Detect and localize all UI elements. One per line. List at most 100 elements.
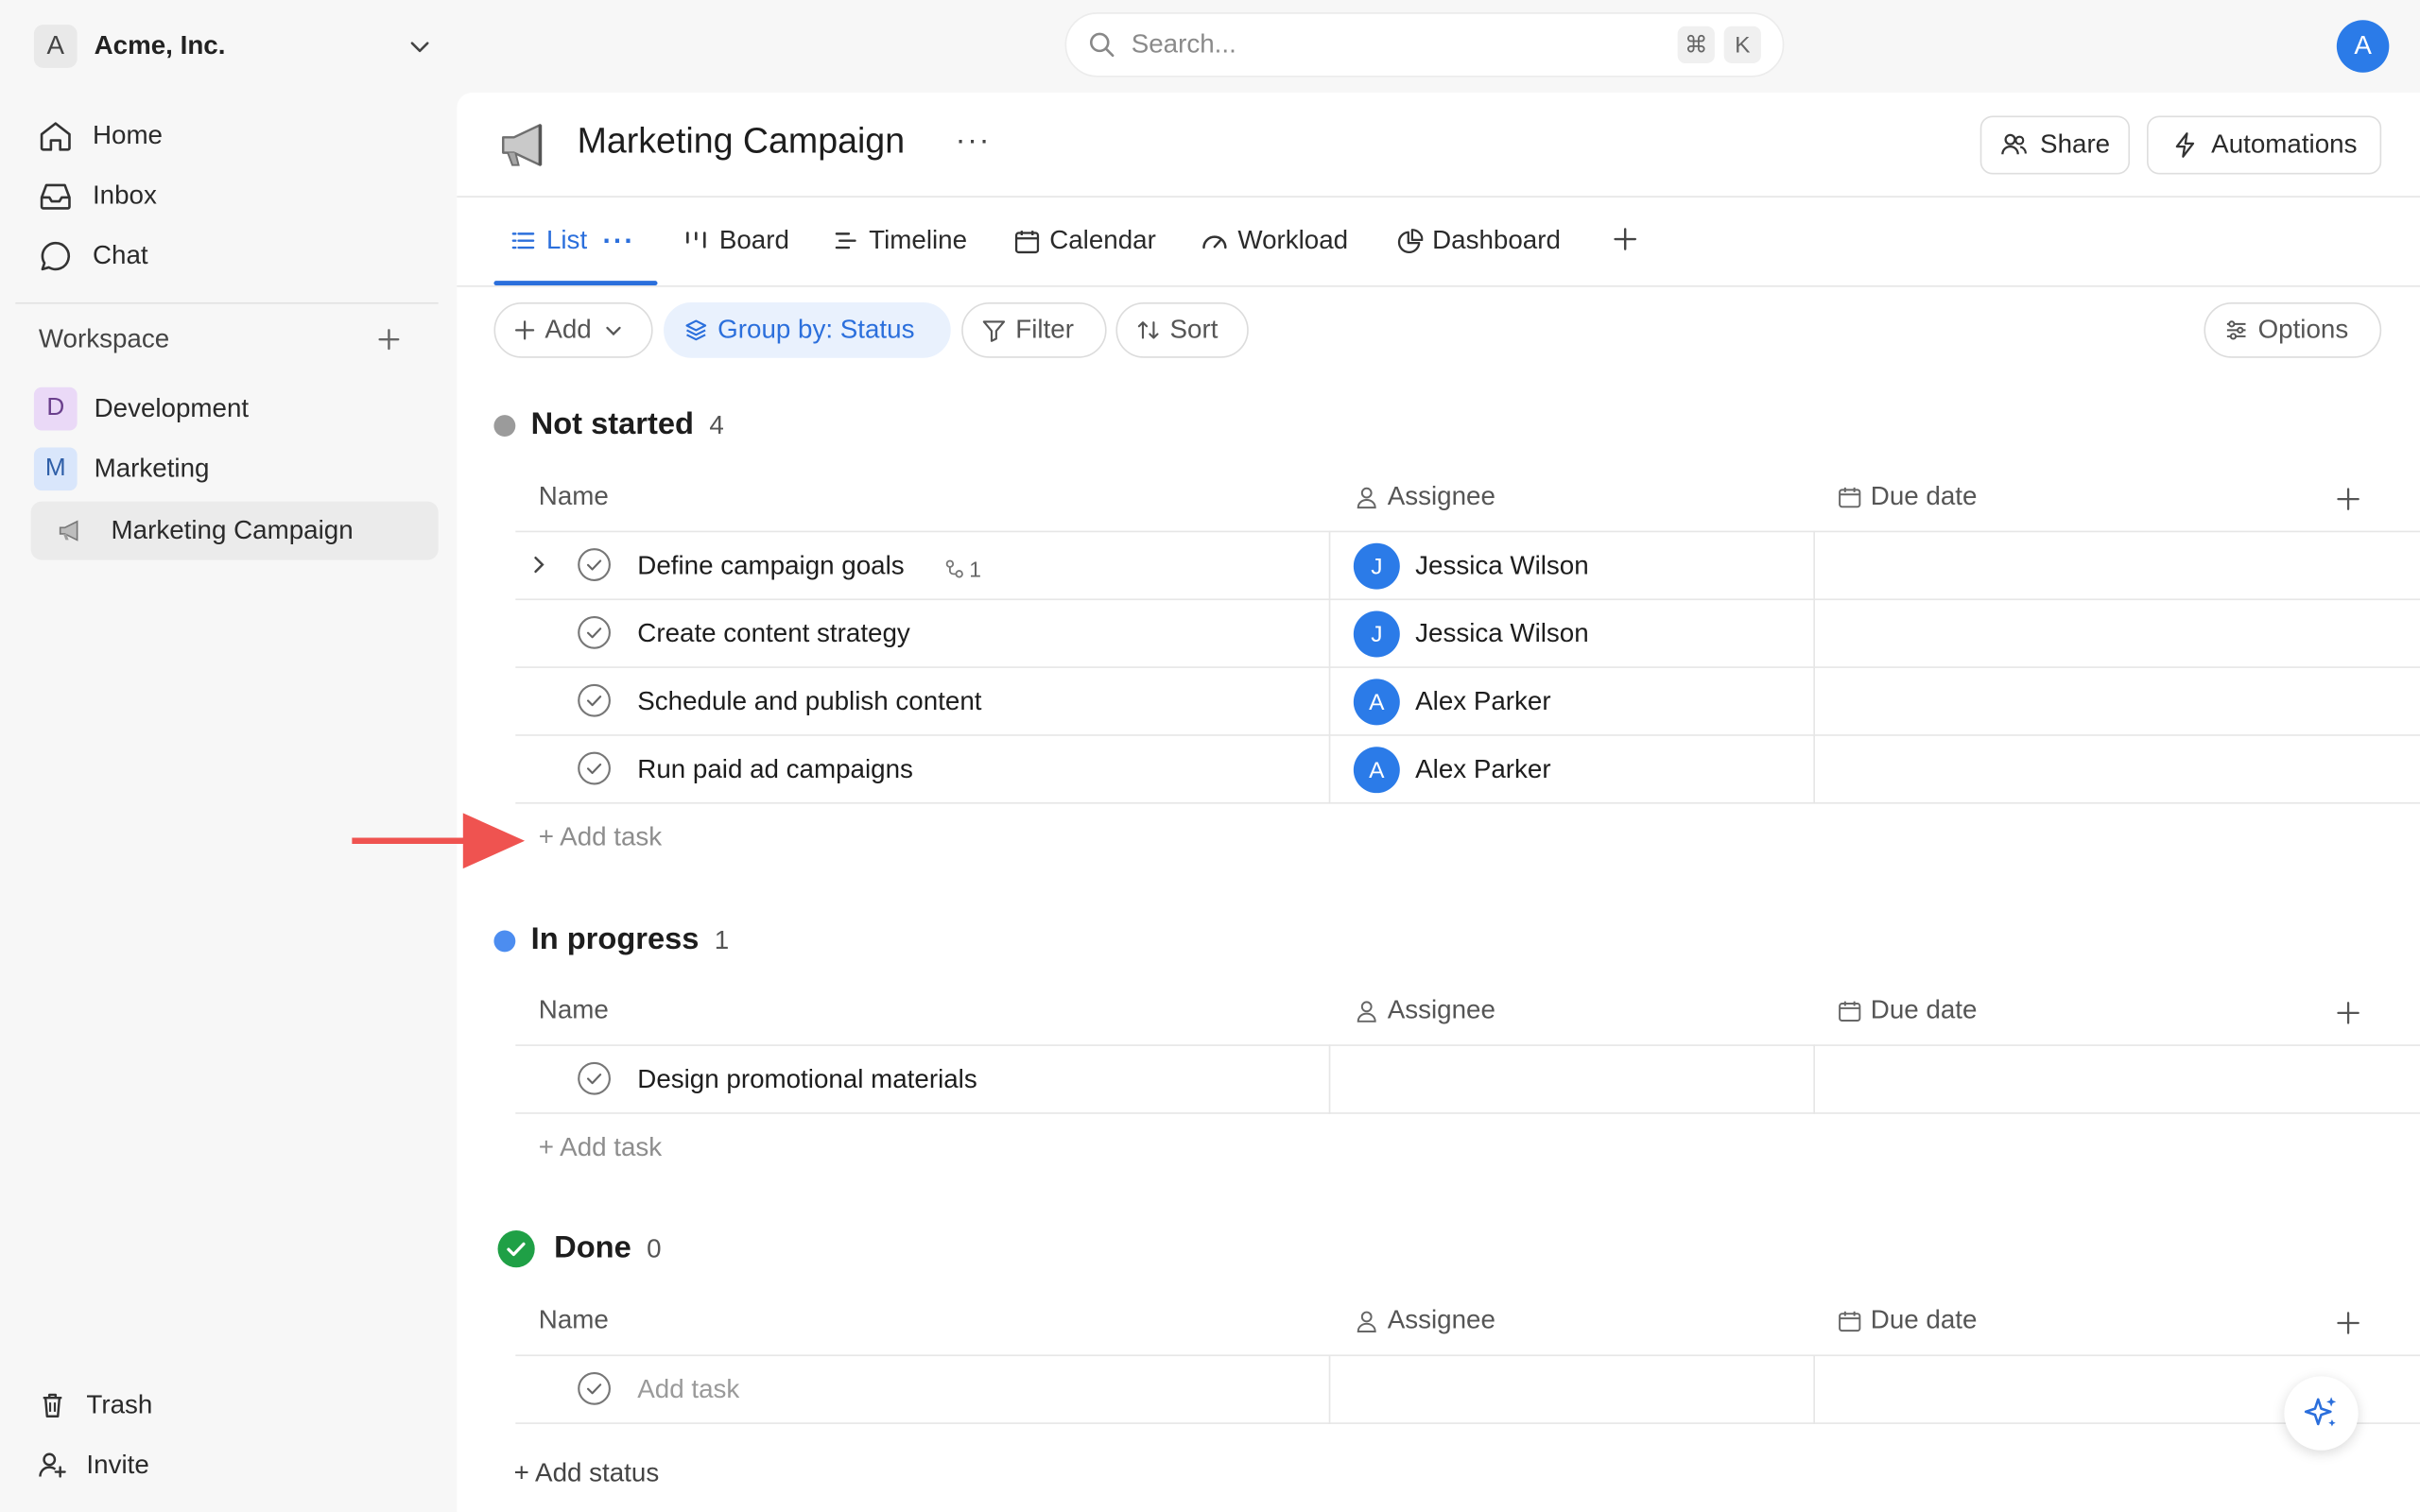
sidebar-item-home[interactable]: Home bbox=[37, 112, 163, 161]
add-task-button[interactable]: + Add task bbox=[539, 822, 662, 853]
sidebar-item-trash[interactable]: Trash bbox=[37, 1381, 152, 1430]
column-header-assignee[interactable]: Assignee bbox=[1355, 1305, 1495, 1336]
add-space-icon[interactable] bbox=[376, 327, 401, 352]
sidebar-item-invite[interactable]: Invite bbox=[37, 1441, 149, 1490]
column-due-label: Due date bbox=[1870, 995, 1978, 1025]
task-check-icon[interactable] bbox=[578, 683, 612, 717]
group-by-button[interactable]: Group by: Status bbox=[664, 301, 951, 358]
assignee-cell[interactable]: J Jessica Wilson bbox=[1353, 542, 1589, 590]
add-view-icon[interactable] bbox=[1613, 227, 1637, 251]
column-header-due-date[interactable]: Due date bbox=[1838, 481, 1977, 512]
column-assignee-label: Assignee bbox=[1387, 995, 1495, 1025]
add-column-icon[interactable] bbox=[2337, 1002, 2360, 1024]
tab-label: Dashboard bbox=[1432, 225, 1561, 255]
group-header-in-progress[interactable]: In progress 1 bbox=[493, 922, 729, 958]
tab-list[interactable]: List ··· bbox=[510, 220, 634, 260]
add-task-input[interactable]: Add task bbox=[637, 1375, 739, 1406]
column-header-name[interactable]: Name bbox=[539, 481, 609, 512]
column-header-name[interactable]: Name bbox=[539, 1305, 609, 1336]
assignee-cell[interactable]: A Alex Parker bbox=[1353, 679, 1551, 726]
add-column-icon[interactable] bbox=[2337, 488, 2360, 510]
row-divider bbox=[515, 734, 2420, 736]
inbox-icon bbox=[37, 178, 74, 215]
column-name-label: Name bbox=[538, 995, 609, 1025]
column-assignee-label: Assignee bbox=[1387, 1305, 1495, 1335]
group-title: Done bbox=[554, 1230, 631, 1265]
column-header-due-date[interactable]: Due date bbox=[1838, 995, 1977, 1026]
tab-dashboard[interactable]: Dashboard bbox=[1397, 220, 1561, 260]
task-name[interactable]: Run paid ad campaigns bbox=[637, 754, 913, 785]
task-check-icon[interactable] bbox=[578, 615, 612, 649]
subtask-count-label: 1 bbox=[969, 557, 982, 582]
share-button[interactable]: Share bbox=[1979, 115, 2131, 175]
row-divider bbox=[515, 1354, 2420, 1357]
sidebar-divider bbox=[15, 301, 439, 304]
options-button[interactable]: Options bbox=[2204, 301, 2382, 358]
task-name[interactable]: Design promotional materials bbox=[637, 1065, 977, 1096]
gauge-icon bbox=[1201, 227, 1228, 254]
tab-more-button[interactable]: ··· bbox=[602, 225, 634, 257]
sliders-icon bbox=[2224, 318, 2249, 342]
workspace-section-label: Workspace bbox=[38, 323, 170, 353]
column-header-assignee[interactable]: Assignee bbox=[1355, 481, 1495, 512]
sparkles-icon bbox=[2301, 1393, 2341, 1433]
user-avatar[interactable]: A bbox=[2336, 20, 2390, 73]
tab-timeline[interactable]: Timeline bbox=[834, 220, 967, 260]
task-check-icon[interactable] bbox=[578, 751, 612, 785]
group-header-not-started[interactable]: Not started 4 bbox=[493, 407, 724, 443]
task-name[interactable]: Create content strategy bbox=[637, 619, 910, 650]
subtask-count[interactable]: 1 bbox=[944, 557, 982, 582]
add-status-button[interactable]: + Add status bbox=[514, 1458, 660, 1489]
row-divider bbox=[515, 801, 2420, 804]
task-check-icon[interactable] bbox=[578, 1061, 612, 1095]
task-name[interactable]: Define campaign goals bbox=[637, 551, 904, 582]
task-name[interactable]: Schedule and publish content bbox=[637, 687, 981, 718]
automations-button[interactable]: Automations bbox=[2147, 115, 2382, 175]
ai-assistant-button[interactable] bbox=[2284, 1376, 2359, 1451]
assignee-cell[interactable]: J Jessica Wilson bbox=[1353, 610, 1589, 658]
search-bar[interactable]: Search... ⌘ K bbox=[1064, 12, 1785, 77]
column-name-label: Name bbox=[538, 1305, 609, 1335]
space-marketing[interactable]: M Marketing bbox=[33, 446, 209, 492]
space-badge: D bbox=[33, 387, 78, 431]
row-divider bbox=[515, 530, 2420, 533]
project-more-button[interactable]: ··· bbox=[956, 124, 992, 160]
column-header-name[interactable]: Name bbox=[539, 995, 609, 1026]
add-task-button[interactable]: + Add task bbox=[539, 1132, 662, 1163]
workspace-switcher[interactable]: A Acme, Inc. bbox=[33, 22, 432, 71]
column-divider bbox=[1328, 530, 1331, 804]
tab-workload[interactable]: Workload bbox=[1201, 220, 1348, 260]
add-button[interactable]: Add bbox=[493, 301, 653, 358]
task-check-icon[interactable] bbox=[578, 1371, 612, 1405]
group-header-done[interactable]: Done 0 bbox=[497, 1229, 662, 1268]
sidebar-item-inbox[interactable]: Inbox bbox=[37, 171, 157, 220]
column-header-due-date[interactable]: Due date bbox=[1838, 1305, 1977, 1336]
layers-icon bbox=[683, 318, 708, 342]
space-development[interactable]: D Development bbox=[33, 386, 250, 432]
add-label: Add bbox=[544, 315, 592, 345]
add-column-icon[interactable] bbox=[2337, 1312, 2360, 1334]
active-project-label: Marketing Campaign bbox=[111, 515, 354, 545]
assignee-cell[interactable]: A Alex Parker bbox=[1353, 747, 1551, 794]
shortcut-k-key: K bbox=[1723, 26, 1761, 63]
options-label: Options bbox=[2257, 315, 2349, 345]
tab-label: Timeline bbox=[869, 225, 968, 255]
column-header-assignee[interactable]: Assignee bbox=[1355, 995, 1495, 1026]
sidebar-item-chat[interactable]: Chat bbox=[37, 232, 148, 281]
sort-button[interactable]: Sort bbox=[1115, 301, 1249, 358]
expand-chevron-icon[interactable] bbox=[527, 554, 549, 576]
column-due-label: Due date bbox=[1870, 1305, 1978, 1335]
filter-label: Filter bbox=[1015, 315, 1074, 345]
status-dot bbox=[493, 929, 516, 952]
task-check-icon[interactable] bbox=[578, 548, 612, 582]
tab-calendar[interactable]: Calendar bbox=[1014, 220, 1156, 260]
column-name-label: Name bbox=[538, 481, 609, 511]
sidebar-item-marketing-campaign[interactable]: Marketing Campaign bbox=[30, 501, 439, 560]
tab-board[interactable]: Board bbox=[683, 220, 789, 260]
filter-button[interactable]: Filter bbox=[961, 301, 1107, 358]
group-count: 4 bbox=[709, 409, 724, 439]
search-input[interactable]: Search... bbox=[1132, 29, 1668, 60]
person-icon bbox=[1355, 1309, 1377, 1332]
space-label: Development bbox=[94, 393, 250, 423]
timeline-icon bbox=[834, 229, 858, 253]
